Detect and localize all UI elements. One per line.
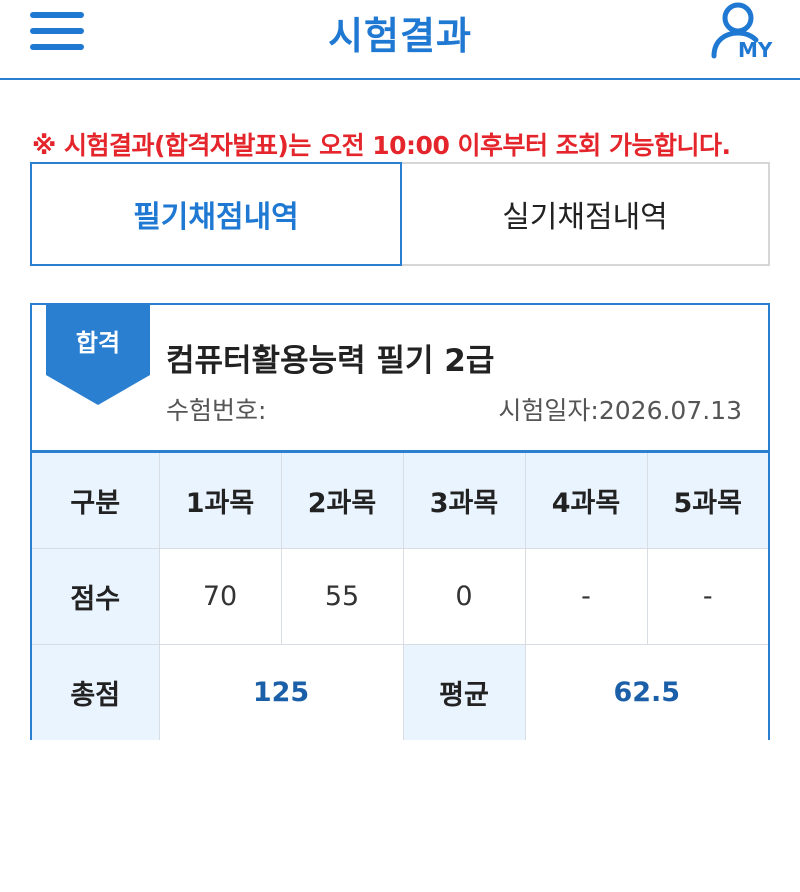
- page-title: 시험결과: [328, 14, 472, 58]
- result-card: 합격 컴퓨터활용능력 필기 2급 수험번호: 시험일자:2026.07.13 구…: [30, 303, 770, 740]
- my-label: MY: [738, 38, 773, 62]
- exam-date: 시험일자:2026.07.13: [498, 391, 742, 427]
- exam-number-label: 수험번호:: [166, 396, 267, 425]
- score-row-label: 점수: [32, 548, 160, 645]
- pass-badge: 합격: [46, 303, 150, 407]
- subject-header: 4과목: [524, 451, 648, 549]
- exam-date-label: 시험일자:: [498, 396, 599, 425]
- my-page-button[interactable]: MY: [708, 0, 778, 62]
- exam-date-value: 2026.07.13: [598, 396, 742, 425]
- tab-bar: 필기채점내역 실기채점내역: [30, 162, 770, 266]
- average-label: 평균: [402, 644, 526, 740]
- subject-header: 5과목: [646, 451, 768, 549]
- score-table: 구분 1과목 2과목 3과목 4과목 5과목 점수 70 55 0 - - 총점…: [32, 450, 768, 740]
- subject-score: 0: [402, 548, 526, 645]
- subject-header: 3과목: [402, 451, 526, 549]
- total-score: 125: [158, 644, 404, 740]
- app-header: 시험결과 MY: [0, 0, 800, 80]
- subject-header: 2과목: [280, 451, 404, 549]
- table-row: 점수 70 55 0 - -: [32, 548, 768, 645]
- subject-score: 55: [280, 548, 404, 645]
- table-header-row: 구분 1과목 2과목 3과목 4과목 5과목: [32, 451, 768, 549]
- tab-written-scores[interactable]: 필기채점내역: [30, 162, 402, 266]
- category-header: 구분: [32, 451, 160, 549]
- pass-badge-label: 합격: [75, 329, 121, 357]
- notice-text: ※ 시험결과(합격자발표)는 오전 10:00 이후부터 조회 가능합니다.: [32, 131, 731, 160]
- subject-score: -: [524, 548, 648, 645]
- tab-practical-scores[interactable]: 실기채점내역: [400, 162, 770, 266]
- exam-name: 컴퓨터활용능력 필기 2급: [166, 343, 495, 379]
- average-score: 62.5: [524, 644, 768, 740]
- subject-header: 1과목: [158, 451, 282, 549]
- subject-score: 70: [158, 548, 282, 645]
- table-row: 총점 125 평균 62.5: [32, 644, 768, 740]
- subject-score: -: [646, 548, 768, 645]
- total-label: 총점: [32, 644, 160, 740]
